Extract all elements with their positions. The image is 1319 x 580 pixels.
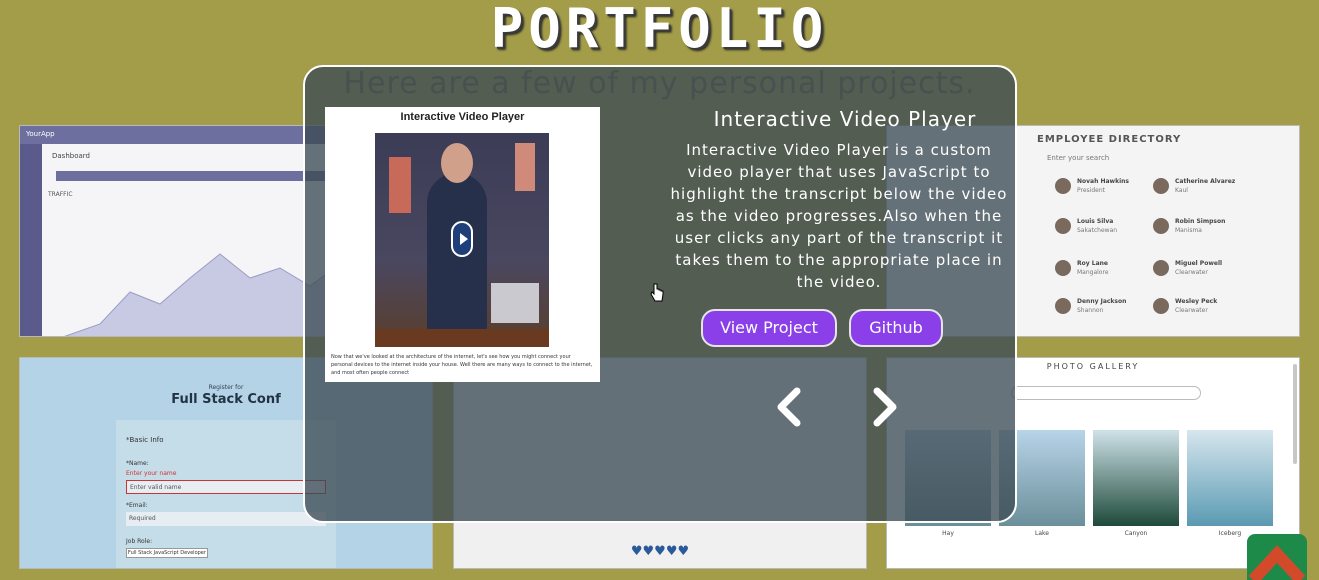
- chevron-right-icon: [873, 387, 897, 427]
- gallery-photo: [1187, 430, 1273, 526]
- employee-name: Denny Jackson: [1077, 298, 1127, 305]
- avatar: [1055, 218, 1071, 234]
- video-frame: [375, 133, 549, 347]
- next-project-button[interactable]: [867, 385, 903, 429]
- form-name-input: Enter valid name: [126, 480, 326, 494]
- form-section-label: *Basic Info: [126, 436, 164, 444]
- gallery-search: [1011, 386, 1201, 400]
- view-project-button[interactable]: View Project: [701, 309, 837, 347]
- avatar: [1055, 260, 1071, 276]
- screenshot-transcript: Now that we've looked at the architectur…: [331, 354, 593, 376]
- gallery-scrollbar[interactable]: [1293, 364, 1297, 464]
- gallery-photo-label: Hay: [942, 530, 954, 537]
- project-description: Interactive Video Player is a custom vid…: [670, 141, 1008, 291]
- avatar: [1153, 218, 1169, 234]
- wall-poster-left: [389, 157, 411, 213]
- avatar: [1153, 178, 1169, 194]
- chevron-left-icon: [777, 387, 801, 427]
- project-screenshot: Interactive Video Player Now that we've …: [325, 107, 600, 382]
- employee-directory-title: EMPLOYEE DIRECTORY: [1037, 134, 1182, 145]
- employee-role: Sakatchewan: [1077, 227, 1118, 234]
- project-title: Interactive Video Player: [713, 107, 977, 131]
- employee-role: Clearwater: [1175, 307, 1208, 314]
- employee-name: Novah Hawkins: [1077, 178, 1129, 185]
- gallery-photo: [1093, 430, 1179, 526]
- employee-name: Louis Silva: [1077, 218, 1114, 225]
- dashboard-brand: YourApp: [26, 130, 55, 138]
- employee-role: Shannon: [1077, 307, 1104, 314]
- hearts-lives: ♥♥♥♥♥: [630, 544, 690, 559]
- form-name-label: *Name:: [126, 460, 149, 467]
- github-button[interactable]: Github: [849, 309, 943, 347]
- dashboard-page-label: Dashboard: [52, 152, 90, 160]
- laptop: [491, 283, 539, 323]
- employee-role: Manisma: [1175, 227, 1202, 234]
- avatar: [1153, 260, 1169, 276]
- project-modal: Interactive Video Player Now that we've …: [303, 65, 1017, 523]
- employee-role: President: [1077, 187, 1105, 194]
- gallery-photo-label: Canyon: [1124, 530, 1148, 537]
- employee-name: Miguel Powell: [1175, 260, 1223, 267]
- chevron-up-icon: [1248, 545, 1306, 580]
- wall-poster-right: [515, 143, 535, 191]
- play-icon: [451, 221, 473, 257]
- scroll-to-top-button[interactable]: [1247, 534, 1307, 580]
- employee-search: Enter your search: [1047, 154, 1110, 162]
- screenshot-title: Interactive Video Player: [400, 111, 525, 123]
- employee-name: Wesley Peck: [1175, 298, 1218, 305]
- avatar: [1153, 298, 1169, 314]
- presenter-head: [441, 143, 473, 183]
- employee-name: Robin Simpson: [1175, 218, 1226, 225]
- dashboard-sidebar: [20, 126, 42, 336]
- hand-cursor-icon: [650, 283, 664, 302]
- avatar: [1055, 298, 1071, 314]
- form-email-input: Required: [126, 512, 326, 526]
- page-title: PORTFOLIO: [490, 0, 829, 60]
- gallery-photo-label: Lake: [1035, 530, 1049, 537]
- desk: [375, 329, 549, 347]
- employee-name: Catherine Alvarez: [1175, 178, 1236, 185]
- employee-role: Kaul: [1175, 187, 1188, 194]
- form-name-error: Enter your name: [126, 470, 177, 477]
- employee-name: Roy Lane: [1077, 260, 1108, 267]
- previous-project-button[interactable]: [771, 385, 807, 429]
- form-job-label: Job Role:: [126, 538, 153, 545]
- form-email-label: *Email:: [126, 502, 148, 509]
- form-job-select: Full Stack JavaScript Developer: [126, 548, 208, 558]
- employee-role: Mangalore: [1077, 269, 1109, 276]
- employee-role: Clearwater: [1175, 269, 1208, 276]
- dashboard-traffic-label: TRAFFIC: [48, 191, 73, 198]
- avatar: [1055, 178, 1071, 194]
